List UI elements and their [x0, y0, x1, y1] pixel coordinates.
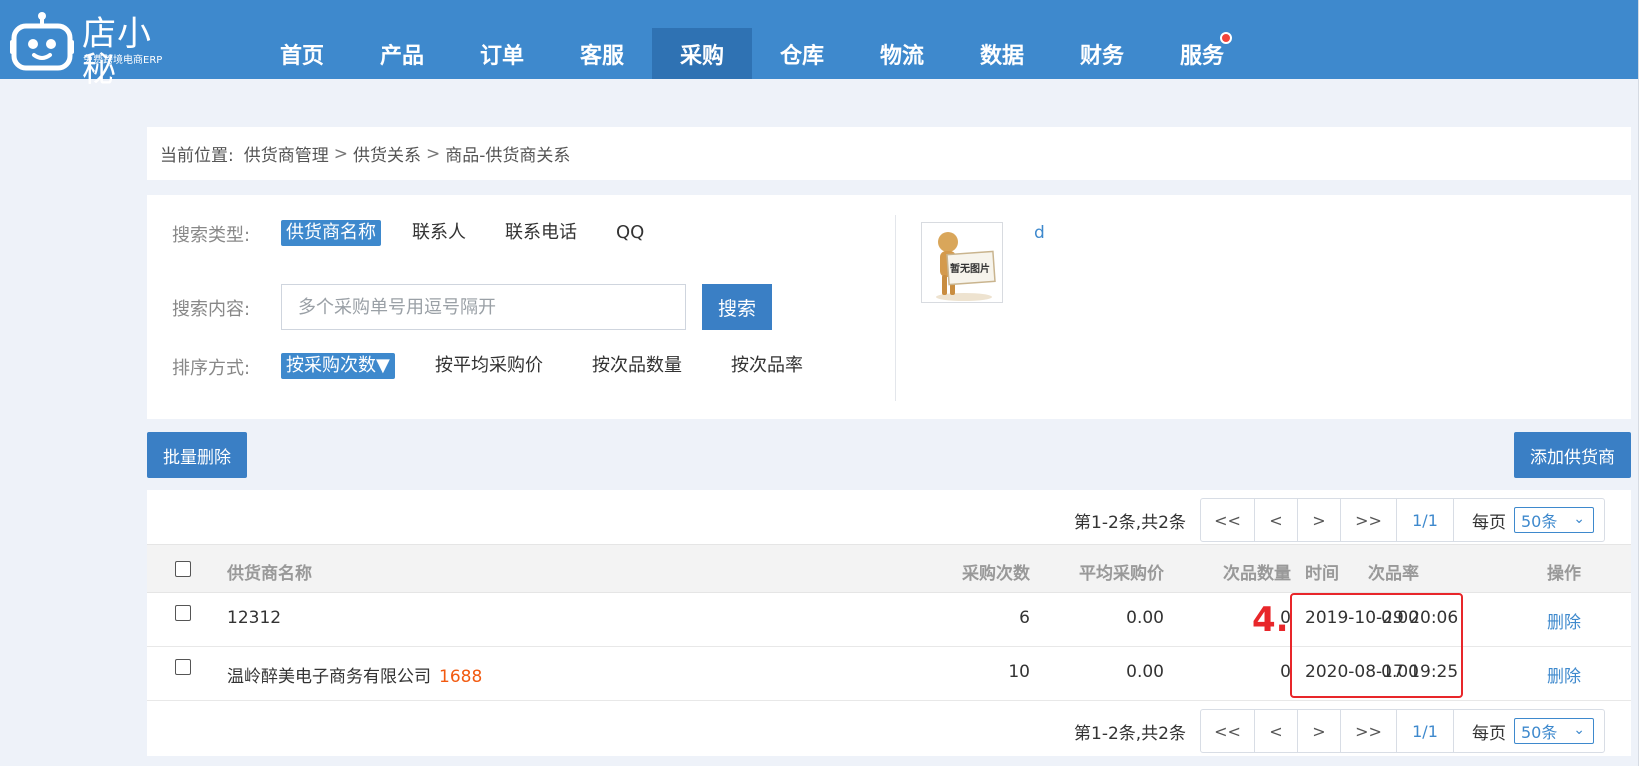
sort-by-defect-rate[interactable]: 按次品率 — [731, 353, 803, 379]
purchase-count: 6 — [1019, 608, 1030, 628]
annotation-number: 4. — [1252, 600, 1289, 640]
top-navbar: 店小秘 免费跨境电商ERP 首页 产品 订单 客服 采购 仓库 物流 数据 财务… — [0, 0, 1644, 88]
chevron-down-icon: ⌄ — [1573, 722, 1585, 738]
breadcrumb-prefix: 当前位置: — [160, 146, 234, 166]
source-tag-1688: 1688 — [439, 667, 483, 687]
search-type-phone[interactable]: 联系电话 — [505, 220, 577, 246]
row-checkbox[interactable] — [175, 659, 191, 675]
header-avg-price[interactable]: 平均采购价 — [1079, 559, 1164, 584]
header-time: 时间 — [1305, 564, 1339, 584]
logo-title: 店小秘 — [82, 14, 152, 90]
product-image-placeholder[interactable]: 暂无图片 — [921, 222, 1003, 303]
pager-prev-button[interactable]: < — [1255, 710, 1298, 752]
breadcrumb-separator: > — [425, 143, 441, 164]
pager-next-button[interactable]: > — [1298, 499, 1341, 541]
breadcrumb-item-current: 商品-供货商关系 — [445, 146, 571, 166]
batch-delete-button[interactable]: 批量删除 — [147, 432, 247, 478]
breadcrumb-item-supplier-management[interactable]: 供货商管理 — [244, 141, 329, 166]
per-page: 每页 50条 ⌄ — [1454, 499, 1604, 541]
header-purchase-count[interactable]: 采购次数 — [962, 559, 1030, 584]
search-button[interactable]: 搜索 — [702, 284, 772, 330]
sort-by-purchase-count[interactable]: 按采购次数▼ — [281, 353, 395, 379]
search-content-label: 搜索内容: — [172, 299, 251, 320]
select-all-checkbox[interactable] — [175, 561, 191, 577]
header-supplier-name: 供货商名称 — [227, 564, 312, 584]
pager-last-button[interactable]: >> — [1341, 710, 1397, 752]
supplier-name: 温岭醉美电子商务有限公司 — [227, 667, 431, 687]
per-page-select[interactable]: 50条 ⌄ — [1514, 507, 1594, 533]
logo[interactable]: 店小秘 免费跨境电商ERP — [8, 8, 178, 88]
main-nav: 首页 产品 订单 客服 采购 仓库 物流 数据 财务 服务 — [252, 28, 1252, 79]
pager-info: 第1-2条,共2条 — [1074, 723, 1186, 744]
sort-by-defect-count[interactable]: 按次品数量 — [592, 353, 682, 379]
pager-bottom: 第1-2条,共2条 << < > >> 1/1 每页 50条 ⌄ — [1074, 709, 1605, 753]
supplier-name: 12312 — [227, 608, 282, 628]
search-type-contact[interactable]: 联系人 — [412, 220, 466, 246]
supplier-name-cell: 温岭醉美电子商务有限公司 1688 — [227, 662, 482, 687]
pager-next-button[interactable]: > — [1298, 710, 1341, 752]
product-link[interactable]: d — [1034, 223, 1045, 243]
search-input[interactable] — [281, 284, 686, 330]
per-page-label: 每页 — [1472, 723, 1506, 744]
avg-price: 0.00 — [1126, 662, 1164, 682]
breadcrumb-item-supply-relation[interactable]: 供货关系 — [353, 141, 421, 166]
header-defect-count[interactable]: 次品数量 — [1223, 559, 1291, 584]
nav-products[interactable]: 产品 — [352, 28, 452, 79]
per-page: 每页 50条 ⌄ — [1454, 710, 1604, 752]
add-supplier-button[interactable]: 添加供货商 — [1514, 432, 1631, 478]
table-header: 供货商名称 采购次数 平均采购价 次品数量 次品率 时间 操作 — [147, 544, 1631, 593]
pager-info: 第1-2条,共2条 — [1074, 512, 1186, 533]
search-type-supplier-name[interactable]: 供货商名称 — [281, 220, 381, 246]
nav-orders[interactable]: 订单 — [452, 28, 552, 79]
purchase-count: 10 — [1008, 662, 1030, 682]
header-defect-rate[interactable]: 次品率 — [1368, 559, 1419, 584]
pager-last-button[interactable]: >> — [1341, 499, 1397, 541]
no-image-icon: 暂无图片 — [936, 232, 996, 301]
robot-logo-icon — [10, 12, 74, 71]
logo-subtitle: 免费跨境电商ERP — [83, 55, 163, 66]
per-page-select[interactable]: 50条 ⌄ — [1514, 718, 1594, 744]
nav-warehouse[interactable]: 仓库 — [752, 28, 852, 79]
no-image-text: 暂无图片 — [950, 262, 990, 275]
pager-top: 第1-2条,共2条 << < > >> 1/1 每页 50条 ⌄ — [1074, 498, 1605, 542]
nav-logistics[interactable]: 物流 — [852, 28, 952, 79]
nav-services[interactable]: 服务 — [1152, 28, 1252, 79]
pager-first-button[interactable]: << — [1201, 710, 1255, 752]
header-action: 操作 — [1547, 564, 1581, 584]
per-page-value: 50条 — [1521, 723, 1558, 742]
chevron-down-icon: ⌄ — [1573, 511, 1585, 527]
pager-current-page: 1/1 — [1397, 710, 1454, 752]
delete-link[interactable]: 删除 — [1547, 608, 1581, 633]
avg-price: 0.00 — [1126, 608, 1164, 628]
nav-finance[interactable]: 财务 — [1052, 28, 1152, 79]
sort-by-avg-price[interactable]: 按平均采购价 — [435, 353, 543, 379]
per-page-label: 每页 — [1472, 512, 1506, 533]
row-checkbox[interactable] — [175, 605, 191, 621]
right-scrollbar[interactable] — [1638, 0, 1644, 766]
delete-link[interactable]: 删除 — [1547, 662, 1581, 687]
per-page-value: 50条 — [1521, 512, 1558, 531]
nav-home[interactable]: 首页 — [252, 28, 352, 79]
pager-controls: << < > >> 1/1 每页 50条 ⌄ — [1200, 709, 1605, 753]
pager-prev-button[interactable]: < — [1255, 499, 1298, 541]
search-type-label: 搜索类型: — [172, 225, 251, 246]
breadcrumb: 当前位置: 供货商管理 > 供货关系 > 商品-供货商关系 — [147, 127, 1631, 180]
pager-first-button[interactable]: << — [1201, 499, 1255, 541]
breadcrumb-separator: > — [333, 143, 348, 164]
nav-services-label: 服务 — [1179, 43, 1224, 69]
notification-dot — [1220, 32, 1232, 44]
divider — [895, 215, 896, 401]
search-type-qq[interactable]: QQ — [616, 220, 644, 246]
nav-customer-service[interactable]: 客服 — [552, 28, 652, 79]
nav-purchase[interactable]: 采购 — [652, 28, 752, 79]
pager-controls: << < > >> 1/1 每页 50条 ⌄ — [1200, 498, 1605, 542]
pager-current-page: 1/1 — [1397, 499, 1454, 541]
nav-data[interactable]: 数据 — [952, 28, 1052, 79]
annotation-box — [1290, 593, 1463, 698]
search-panel: 搜索类型: 供货商名称 联系人 联系电话 QQ 搜索内容: 搜索 排序方式: 按… — [147, 195, 1631, 419]
sort-label: 排序方式: — [172, 358, 251, 379]
